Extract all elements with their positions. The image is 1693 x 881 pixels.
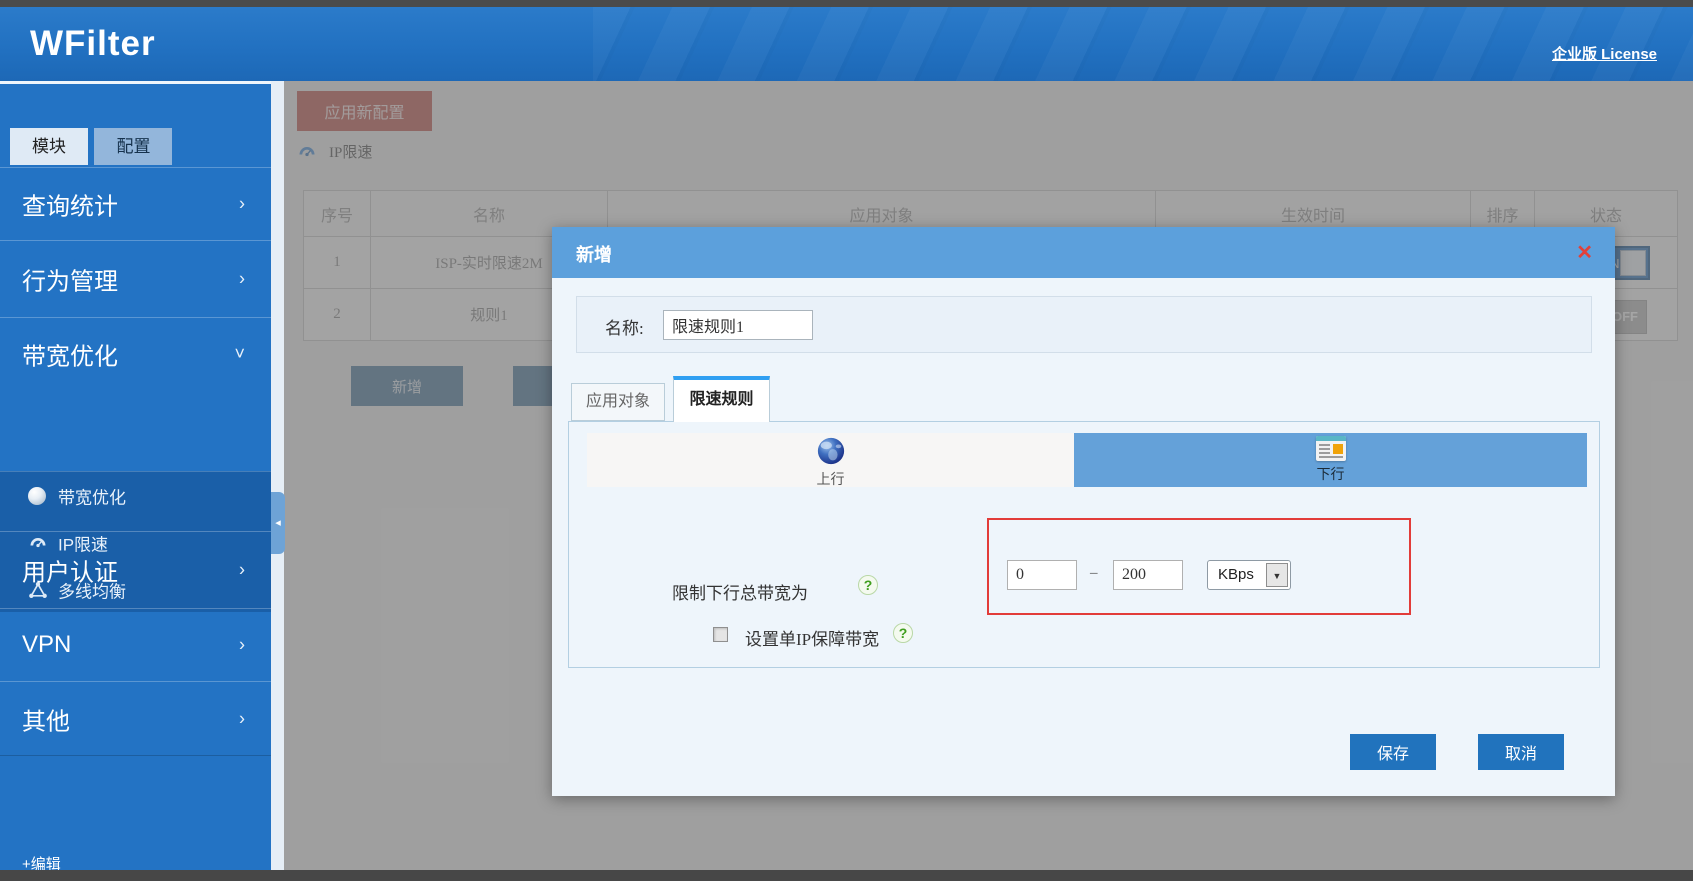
tab-modules[interactable]: 模块 [10, 128, 88, 165]
close-icon[interactable]: ✕ [1576, 240, 1593, 265]
news-card-icon [1316, 436, 1346, 461]
license-label[interactable]: 企业版 License [1552, 46, 1657, 63]
speed-rule-panel: 上行 下行 [568, 421, 1600, 668]
dialog-tab-speed-rule[interactable]: 限速规则 [673, 376, 770, 422]
cancel-button[interactable]: 取消 [1478, 734, 1564, 770]
rule-name-input[interactable] [663, 310, 813, 340]
chevron-right-icon: › [239, 194, 245, 215]
sidebar-scroll-strip[interactable] [271, 81, 284, 870]
tab-config[interactable]: 配置 [94, 128, 172, 165]
sidebar-item-bandwidth-opt[interactable]: 带宽优化 ˅ [0, 317, 271, 390]
add-rule-dialog: 新增 ✕ 名称: 应用对象 限速规则 [552, 227, 1615, 796]
sphere-icon [28, 486, 48, 506]
keyboard-background-texture [593, 7, 1693, 81]
window-top-strip [0, 0, 1693, 7]
submenu-item-bandwidth-opt[interactable]: 带宽优化 [0, 472, 271, 519]
save-button[interactable]: 保存 [1350, 734, 1436, 770]
app-header: WFilter 企业版 License [0, 7, 1693, 81]
sidebar-item-user-auth[interactable]: 用户认证 › [0, 531, 271, 608]
license-link[interactable]: 企业版 License [1552, 43, 1657, 64]
wfilter-app: WFilter 企业版 License 模块 配置 查询统计 › 行为管理 › … [0, 0, 1693, 881]
chevron-right-icon: › [239, 635, 245, 656]
globe-icon [816, 436, 846, 471]
sidebar-item-query-stats[interactable]: 查询统计 › [0, 167, 271, 240]
window-bottom-strip [0, 870, 1693, 881]
dialog-tab-apply-target[interactable]: 应用对象 [571, 383, 665, 421]
downstream-label: 下行 [1074, 464, 1587, 484]
chevron-right-icon: › [239, 269, 245, 290]
dialog-header: 新增 ✕ [552, 227, 1615, 278]
chevron-down-icon: ˅ [234, 344, 245, 365]
name-field-row: 名称: [576, 296, 1592, 353]
dialog-title: 新增 [576, 241, 612, 267]
sidebar: 模块 配置 查询统计 › 行为管理 › 带宽优化 ˅ 带宽优化 [0, 81, 271, 870]
name-label: 名称: [605, 314, 644, 339]
sidebar-item-vpn[interactable]: VPN › [0, 608, 271, 681]
sidebar-tabs: 模块 配置 [10, 128, 172, 165]
sidebar-item-behavior-mgmt[interactable]: 行为管理 › [0, 240, 271, 317]
chevron-right-icon: › [239, 708, 245, 729]
downstream-option-selected[interactable]: 下行 [1074, 433, 1587, 487]
sidebar-collapse-handle[interactable]: ◂ [271, 492, 285, 554]
app-logo: WFilter [30, 24, 156, 64]
upstream-label: 上行 [587, 469, 1074, 489]
sidebar-item-others[interactable]: 其他 › [0, 681, 271, 756]
chevron-right-icon: › [239, 560, 245, 581]
sidebar-top-divider [0, 81, 271, 84]
direction-toggle: 上行 下行 [587, 433, 1587, 487]
upstream-option[interactable]: 上行 [587, 433, 1074, 487]
